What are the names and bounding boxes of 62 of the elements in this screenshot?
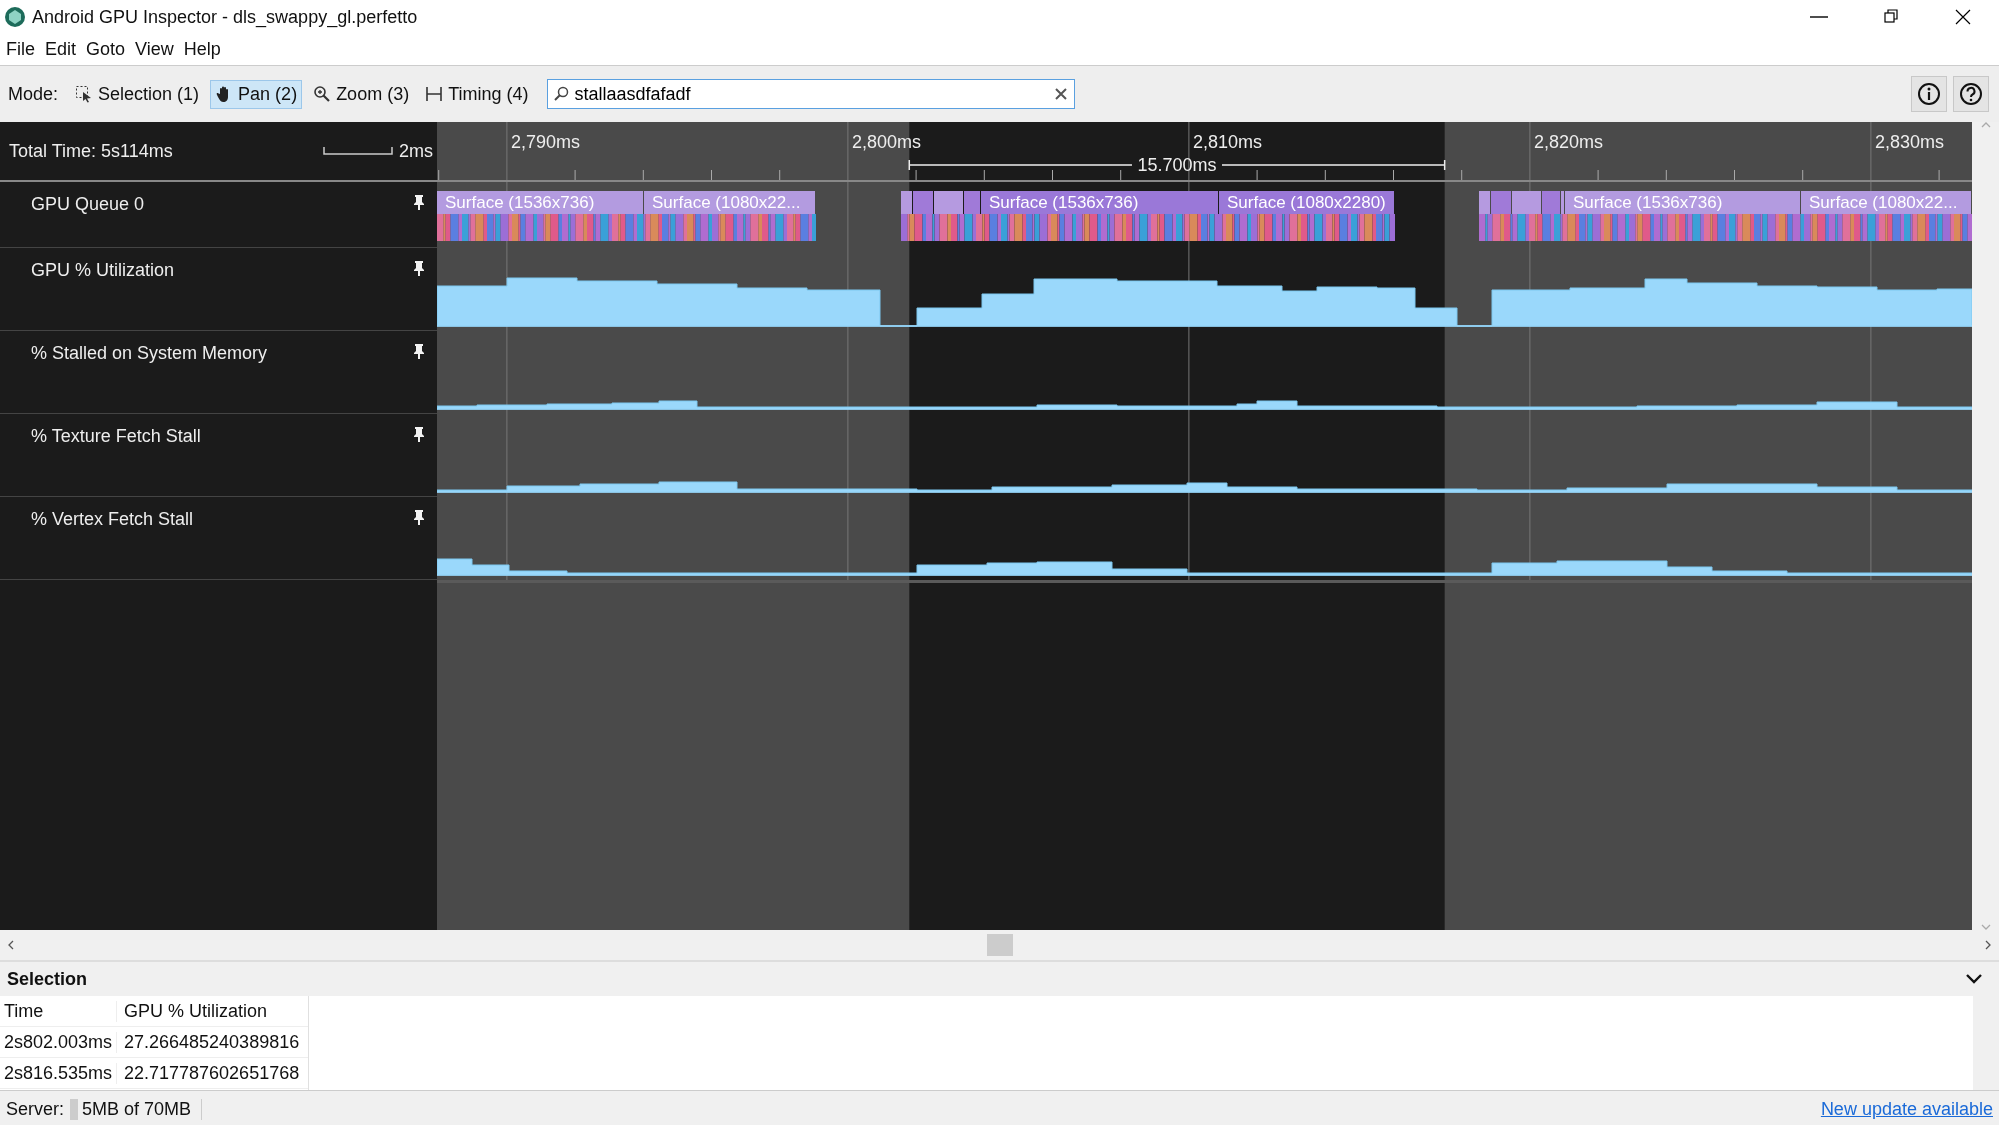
table-cell: 27.266485240389816 bbox=[116, 1031, 308, 1053]
help-icon bbox=[1959, 82, 1983, 106]
close-icon bbox=[1954, 8, 1972, 26]
pin-icon[interactable] bbox=[411, 260, 427, 277]
mode-button[interactable]: Zoom (3) bbox=[308, 79, 415, 109]
vertical-scrollbar[interactable] bbox=[1973, 996, 1999, 1090]
time-tick-label: 2,830ms bbox=[1874, 132, 1944, 152]
track-name: % Stalled on System Memory bbox=[31, 343, 268, 364]
info-button[interactable] bbox=[1911, 76, 1947, 112]
update-link[interactable]: New update available bbox=[1820, 1098, 1993, 1120]
scale-bracket-icon bbox=[323, 147, 393, 155]
menu-item[interactable]: View bbox=[135, 39, 174, 60]
scroll-up-icon[interactable] bbox=[1980, 122, 1991, 128]
mode-label: Mode: bbox=[8, 83, 59, 105]
app-logo-icon bbox=[4, 6, 26, 28]
zoom-icon bbox=[313, 85, 332, 103]
track-name: GPU % Utilization bbox=[31, 260, 175, 281]
pin-icon[interactable] bbox=[411, 343, 427, 360]
table-cell: 22.717787602651768 bbox=[116, 1062, 308, 1084]
time-tick-label: 2,810ms bbox=[1192, 132, 1262, 152]
scroll-right-icon[interactable] bbox=[1985, 940, 1991, 950]
close-icon bbox=[1055, 88, 1068, 100]
menu-item[interactable]: Help bbox=[183, 39, 221, 60]
track-name: % Vertex Fetch Stall bbox=[31, 509, 194, 530]
pin-icon[interactable] bbox=[411, 509, 427, 526]
minimize-icon bbox=[1810, 16, 1828, 18]
memory-usage-meter: 5MB of 70MB bbox=[70, 1098, 203, 1120]
info-icon bbox=[1917, 82, 1941, 106]
search-icon bbox=[553, 86, 570, 102]
panel-title: Selection bbox=[7, 968, 88, 990]
table-cell-text: 2s802.003ms bbox=[3, 1031, 114, 1053]
time-tick-label: 2,800ms bbox=[851, 132, 921, 152]
total-time-label: Total Time: 5s114ms bbox=[9, 140, 173, 162]
duration-label: 15.700ms bbox=[1137, 155, 1217, 175]
track-name: % Texture Fetch Stall bbox=[31, 426, 201, 447]
server-label: Server: bbox=[6, 1098, 65, 1120]
scroll-left-icon[interactable] bbox=[8, 940, 14, 950]
scale-label: 2ms bbox=[399, 140, 433, 162]
mode-button[interactable]: Selection (1) bbox=[70, 79, 205, 109]
window-title: Android GPU Inspector - dls_swappy_gl.perfetto bbox=[32, 6, 418, 28]
track-name: GPU Queue 0 bbox=[31, 194, 145, 215]
column-header: GPU % Utilization bbox=[116, 1000, 308, 1022]
table-cell-text: 2s816.535ms bbox=[3, 1062, 114, 1084]
pin-icon[interactable] bbox=[411, 194, 427, 211]
column-header: Time bbox=[3, 1000, 45, 1022]
mode-button[interactable]: Pan (2) bbox=[210, 79, 303, 109]
restore-icon bbox=[1882, 8, 1900, 26]
time-tick-label: 2,820ms bbox=[1533, 132, 1603, 152]
scroll-down-icon[interactable] bbox=[1980, 924, 1991, 930]
timing-icon bbox=[425, 85, 444, 103]
search-field[interactable]: stallaasdfafadf bbox=[547, 79, 1076, 109]
chevron-down-icon bbox=[1965, 973, 1983, 985]
menu-item[interactable]: Goto bbox=[86, 39, 126, 60]
help-button[interactable] bbox=[1953, 76, 1989, 112]
pin-icon[interactable] bbox=[411, 426, 427, 443]
collapse-button[interactable] bbox=[1965, 973, 1983, 985]
clear-button[interactable] bbox=[1053, 86, 1070, 102]
mode-button[interactable]: Timing (4) bbox=[420, 79, 534, 109]
scrollbar-thumb[interactable] bbox=[986, 934, 1013, 956]
time-tick-label: 2,790ms bbox=[510, 132, 580, 152]
menu-item[interactable]: File bbox=[6, 39, 35, 60]
menu-item[interactable]: Edit bbox=[45, 39, 77, 60]
